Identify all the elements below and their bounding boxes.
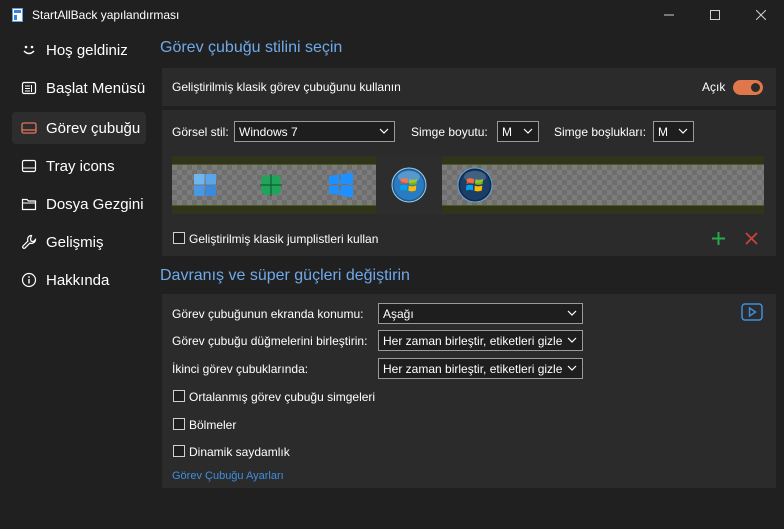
icon-size-select[interactable]: M xyxy=(497,121,539,142)
taskbar-settings-link[interactable]: Görev Çubuğu Ayarları xyxy=(172,470,284,482)
icon-spacing-label: Simge boşlukları: xyxy=(554,125,647,139)
remove-icon[interactable] xyxy=(745,232,758,245)
secondary-taskbars-label: İkinci görev çubuklarında: xyxy=(172,362,309,376)
sidebar-item-file-explorer[interactable]: Dosya Gezgini xyxy=(12,188,146,220)
tray-icon xyxy=(21,159,37,173)
sidebar-item-label: Görev çubuğu xyxy=(46,120,141,137)
sidebar-item-advanced[interactable]: Gelişmiş xyxy=(12,226,146,258)
enhanced-taskbar-toggle[interactable] xyxy=(733,80,763,95)
sidebar-item-welcome[interactable]: Hoş geldiniz xyxy=(12,34,146,66)
sidebar-item-taskbar[interactable]: Görev çubuğu xyxy=(12,112,146,144)
position-select[interactable]: Aşağı xyxy=(378,303,583,324)
icon-size-label: Simge boyutu: xyxy=(411,125,488,139)
chevron-down-icon xyxy=(567,365,577,371)
sidebar-item-label: Gelişmiş xyxy=(46,234,104,251)
secondary-taskbars-select[interactable]: Her zaman birleştir, etiketleri gizle xyxy=(378,358,583,379)
play-video-icon[interactable] xyxy=(741,303,763,321)
style-option-windows-7[interactable] xyxy=(376,156,442,214)
taskbar-style-preview xyxy=(172,156,764,214)
sidebar-item-tray-icons[interactable]: Tray icons xyxy=(12,150,146,182)
icon-size-value: M xyxy=(502,125,512,139)
combine-select[interactable]: Her zaman birleştir, etiketleri gizle xyxy=(378,330,583,351)
maximize-button[interactable] xyxy=(692,0,738,30)
dynamic-transparency-label: Dinamik saydamlık xyxy=(189,445,290,459)
behavior-heading: Davranış ve süper güçleri değiştirin xyxy=(160,267,410,284)
toggle-state-label: Açık xyxy=(702,80,726,94)
style-option-clover[interactable] xyxy=(238,156,304,214)
windows-vista-orb-icon xyxy=(457,167,493,203)
app-icon xyxy=(12,8,23,22)
sidebar-item-label: Hakkında xyxy=(46,272,110,289)
window-title: StartAllBack yapılandırması xyxy=(32,8,180,22)
combine-value: Her zaman birleştir, etiketleri gizle xyxy=(383,334,563,348)
info-icon xyxy=(21,272,37,288)
windows-11-logo-icon xyxy=(194,174,216,196)
visual-style-select[interactable]: Windows 7 xyxy=(234,121,395,142)
style-option-windows-10[interactable] xyxy=(308,156,374,214)
icon-spacing-value: M xyxy=(658,125,668,139)
position-value: Aşağı xyxy=(383,307,414,321)
close-icon xyxy=(756,10,766,20)
visual-style-value: Windows 7 xyxy=(239,125,298,139)
add-icon[interactable] xyxy=(711,231,726,246)
sidebar-item-label: Başlat Menüsü xyxy=(46,80,146,97)
chevron-down-icon xyxy=(567,310,577,316)
toggle-knob xyxy=(751,83,760,92)
clover-logo-icon xyxy=(260,174,282,196)
wrench-icon xyxy=(22,234,37,249)
style-option-windows-vista[interactable] xyxy=(442,156,508,214)
sidebar-item-label: Hoş geldiniz xyxy=(46,42,128,59)
sidebar-item-start-menu[interactable]: Başlat Menüsü xyxy=(12,72,146,104)
taskbar-style-heading: Görev çubuğu stilini seçin xyxy=(160,39,343,56)
jumplists-label: Geliştirilmiş klasik jumplistleri kullan xyxy=(189,232,379,246)
start-menu-icon xyxy=(21,81,37,95)
chevron-down-icon xyxy=(567,337,577,343)
centered-icons-label: Ortalanmış görev çubuğu simgeleri xyxy=(189,390,376,404)
sidebar-item-label: Dosya Gezgini xyxy=(46,196,144,213)
segments-checkbox[interactable] xyxy=(173,418,185,430)
enhanced-taskbar-card: Geliştirilmiş klasik görev çubuğunu kull… xyxy=(162,68,776,106)
minimize-button[interactable] xyxy=(646,0,692,30)
smile-icon xyxy=(23,45,35,55)
centered-icons-checkbox[interactable] xyxy=(173,390,185,402)
dynamic-transparency-checkbox[interactable] xyxy=(173,445,185,457)
windows-7-orb-icon xyxy=(391,167,427,203)
jumplists-checkbox[interactable] xyxy=(173,232,185,244)
secondary-taskbars-value: Her zaman birleştir, etiketleri gizle xyxy=(383,362,563,376)
style-option-windows-11[interactable] xyxy=(172,156,238,214)
chevron-down-icon xyxy=(678,128,688,134)
minimize-icon xyxy=(664,14,674,16)
segments-label: Bölmeler xyxy=(189,418,237,432)
position-label: Görev çubuğunun ekranda konumu: xyxy=(172,307,364,321)
folder-icon xyxy=(21,198,37,211)
visual-style-label: Görsel stil: xyxy=(172,125,229,139)
sidebar-item-about[interactable]: Hakkında xyxy=(12,264,146,296)
sidebar-item-label: Tray icons xyxy=(46,158,115,175)
icon-spacing-select[interactable]: M xyxy=(653,121,694,142)
taskbar-icon xyxy=(21,122,37,134)
title-bar: StartAllBack yapılandırması xyxy=(0,0,784,30)
close-button[interactable] xyxy=(738,0,784,30)
chevron-down-icon xyxy=(523,128,533,134)
windows-10-logo-icon xyxy=(329,172,353,198)
maximize-icon xyxy=(710,10,720,20)
combine-label: Görev çubuğu düğmelerini birleştirin: xyxy=(172,334,368,348)
chevron-down-icon xyxy=(379,128,389,134)
enhanced-taskbar-label: Geliştirilmiş klasik görev çubuğunu kull… xyxy=(172,80,401,94)
